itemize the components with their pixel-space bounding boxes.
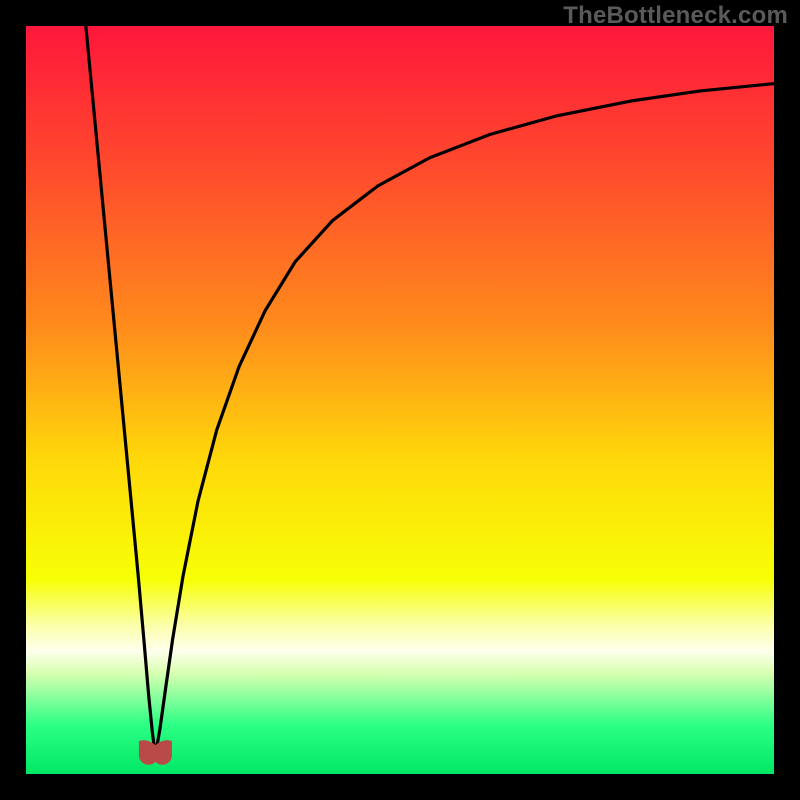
chart-svg	[0, 0, 800, 800]
watermark-text: TheBottleneck.com	[563, 2, 788, 30]
plot-background	[26, 26, 774, 774]
chart-frame: { "watermark": "TheBottleneck.com", "cha…	[0, 0, 800, 800]
